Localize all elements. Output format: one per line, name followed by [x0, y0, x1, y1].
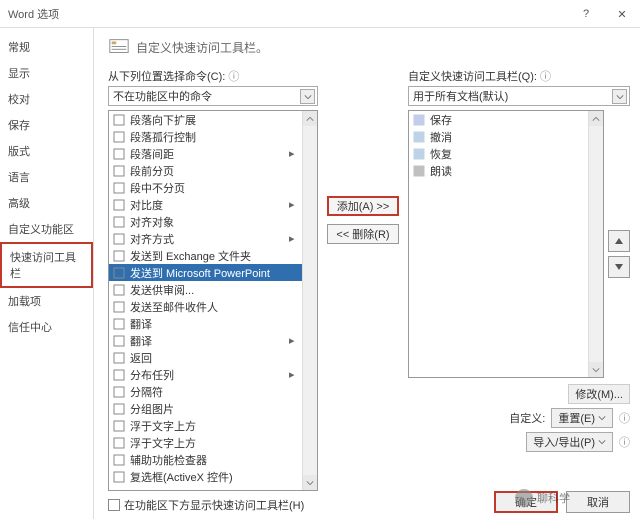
right-listbox[interactable]: 保存撤消恢复朗读 — [408, 110, 604, 378]
add-button[interactable]: 添加(A) >> — [327, 196, 399, 216]
sidebar-item[interactable]: 信任中心 — [0, 314, 93, 340]
titlebar: Word 选项 ? ✕ — [0, 0, 640, 28]
watermark: 聊科学 — [515, 489, 570, 507]
header-text: 自定义快速访问工具栏。 — [136, 39, 268, 56]
list-item[interactable]: 发送到 Microsoft PowerPoint — [109, 264, 302, 281]
window-title: Word 选项 — [8, 6, 59, 22]
custom-label: 自定义: — [509, 410, 545, 426]
list-item[interactable]: 发送到 Exchange 文件夹 — [109, 247, 302, 264]
list-item[interactable]: 浮于文字上方 — [109, 434, 302, 451]
help-icon[interactable]: ? — [568, 0, 604, 28]
list-item[interactable]: 朗读 — [409, 162, 588, 179]
info-icon: ⓘ — [619, 410, 630, 426]
cancel-button[interactable]: 取消 — [566, 491, 630, 513]
list-item[interactable]: 返回 — [109, 349, 302, 366]
remove-button[interactable]: << 删除(R) — [327, 224, 399, 244]
list-item[interactable]: 段落间距▸ — [109, 145, 302, 162]
sidebar-item[interactable]: 版式 — [0, 138, 93, 164]
qat-icon — [108, 36, 130, 58]
list-item[interactable]: 辅助功能检查器 — [109, 451, 302, 468]
scroll-up-icon[interactable] — [303, 111, 317, 126]
list-item[interactable]: 分隔符 — [109, 383, 302, 400]
modify-button[interactable]: 修改(M)... — [568, 384, 630, 404]
list-item[interactable]: 复选框(ActiveX 控件) — [109, 468, 302, 485]
list-item[interactable]: 分布任列▸ — [109, 366, 302, 383]
left-label: 从下列位置选择命令(C): ⓘ — [108, 68, 318, 84]
list-item[interactable]: 段前分页 — [109, 162, 302, 179]
list-item[interactable]: 恢复 — [409, 145, 588, 162]
scrollbar[interactable] — [588, 111, 603, 377]
left-listbox[interactable]: 段落向下扩展段落孤行控制段落间距▸段前分页段中不分页对比度▸对齐对象对齐方式▸发… — [108, 110, 318, 491]
list-item[interactable]: 撤消 — [409, 128, 588, 145]
sidebar-item[interactable]: 加载项 — [0, 288, 93, 314]
list-item[interactable]: 发送至邮件收件人 — [109, 298, 302, 315]
scroll-down-icon[interactable] — [589, 362, 603, 377]
list-item[interactable]: 段中不分页 — [109, 179, 302, 196]
list-item[interactable]: 段落孤行控制 — [109, 128, 302, 145]
sidebar-item[interactable]: 显示 — [0, 60, 93, 86]
list-item[interactable]: 对齐对象 — [109, 213, 302, 230]
import-export-button[interactable]: 导入/导出(P) — [526, 432, 613, 452]
right-combo[interactable]: 用于所有文档(默认) — [408, 86, 630, 106]
sidebar-item[interactable]: 语言 — [0, 164, 93, 190]
sidebar-item[interactable]: 高级 — [0, 190, 93, 216]
left-combo[interactable]: 不在功能区中的命令 — [108, 86, 318, 106]
scroll-up-icon[interactable] — [589, 111, 603, 126]
list-item[interactable]: 保存 — [409, 111, 588, 128]
list-item[interactable]: 分组图片 — [109, 400, 302, 417]
move-up-button[interactable] — [608, 230, 630, 252]
list-item[interactable]: 对比度▸ — [109, 196, 302, 213]
reset-button[interactable]: 重置(E) — [551, 408, 613, 428]
list-item[interactable]: 发送供审阅... — [109, 281, 302, 298]
sidebar-item[interactable]: 常规 — [0, 34, 93, 60]
list-item[interactable]: 浮于文字上方 — [109, 417, 302, 434]
move-down-button[interactable] — [608, 256, 630, 278]
checkbox[interactable] — [108, 499, 120, 511]
list-item[interactable]: 段落向下扩展 — [109, 111, 302, 128]
sidebar-item[interactable]: 快速访问工具栏 — [0, 242, 93, 288]
scrollbar[interactable] — [302, 111, 317, 490]
close-icon[interactable]: ✕ — [604, 0, 640, 28]
chevron-down-icon[interactable] — [612, 89, 627, 104]
chevron-down-icon[interactable] — [300, 89, 315, 104]
sidebar: 常规显示校对保存版式语言高级自定义功能区快速访问工具栏加载项信任中心 — [0, 28, 94, 519]
list-item[interactable]: 翻译 — [109, 315, 302, 332]
sidebar-item[interactable]: 自定义功能区 — [0, 216, 93, 242]
sidebar-item[interactable]: 保存 — [0, 112, 93, 138]
info-icon: ⓘ — [619, 434, 630, 450]
list-item[interactable]: 对齐方式▸ — [109, 230, 302, 247]
watermark-icon — [515, 489, 533, 507]
scroll-down-icon[interactable] — [303, 475, 317, 490]
sidebar-item[interactable]: 校对 — [0, 86, 93, 112]
checkbox-label: 在功能区下方显示快速访问工具栏(H) — [124, 497, 304, 513]
list-item[interactable]: 翻译▸ — [109, 332, 302, 349]
right-label: 自定义快速访问工具栏(Q): ⓘ — [408, 68, 630, 84]
